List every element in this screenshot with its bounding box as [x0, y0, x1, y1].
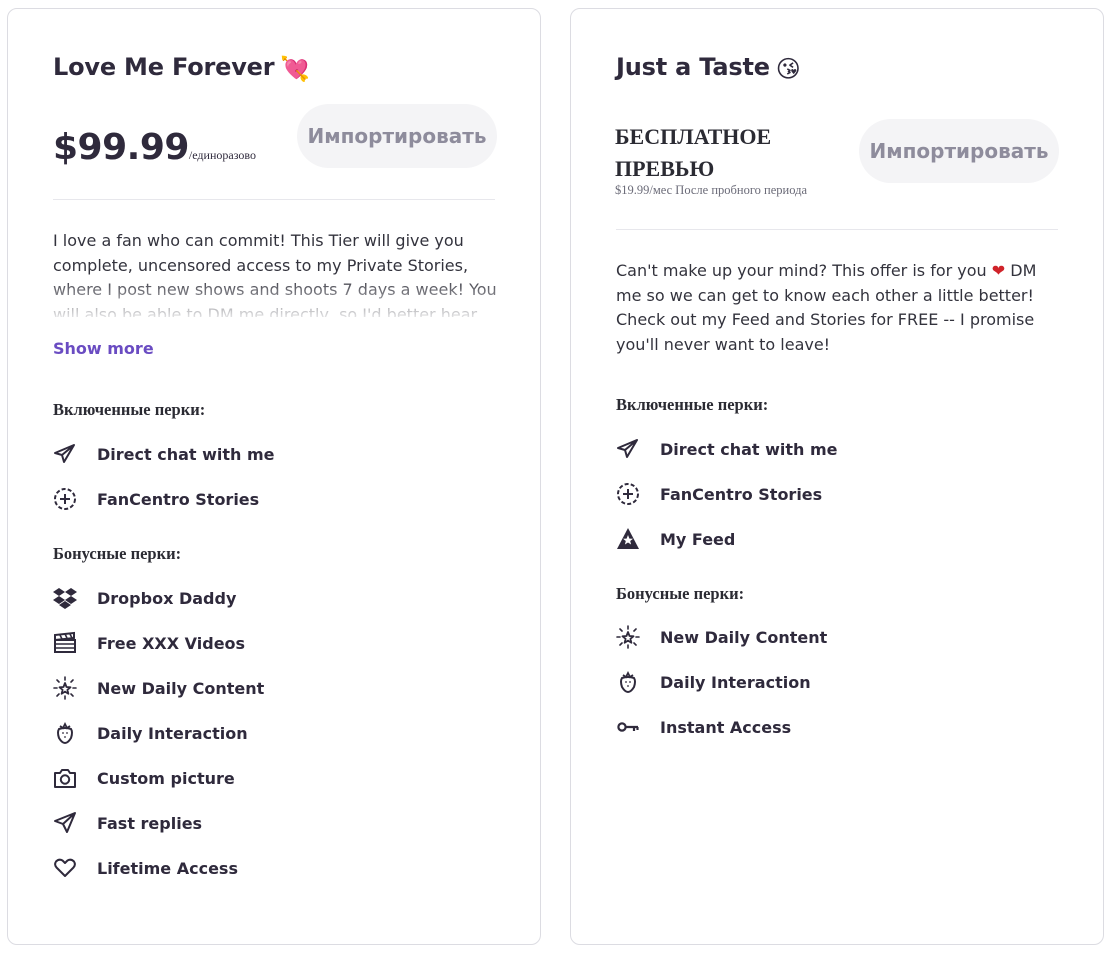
camera-icon	[54, 769, 76, 788]
perk-fancentro-stories: FanCentro Stories	[52, 486, 259, 512]
perk-custom-picture: Custom picture	[52, 765, 235, 791]
tier-description: Can't make up your mind? This offer is f…	[616, 261, 1037, 354]
tier-title: Love Me Forever 💘	[53, 53, 311, 83]
bonus-perks-heading: Бонусные перки:	[616, 584, 745, 603]
bonus-perks-heading: Бонусные перки:	[53, 544, 182, 563]
feed-icon	[617, 528, 639, 549]
perk-fancentro-stories: FanCentro Stories	[615, 481, 822, 507]
perk-instant-access: Instant Access	[615, 714, 791, 740]
tier-card-love-me-forever: Love Me Forever 💘 $99.99/единоразово Импо…	[7, 8, 541, 945]
cupid-heart-emoji: 💘	[280, 55, 311, 83]
kiss-emoji: 😘	[775, 55, 801, 83]
paper-plane-icon	[617, 439, 638, 458]
strawberry-icon	[620, 670, 636, 694]
import-button[interactable]: Импортировать	[297, 104, 497, 168]
perk-my-feed: My Feed	[615, 526, 735, 552]
perk-new-daily-content: New Daily Content	[615, 624, 827, 650]
tier-description: I love a fan who can commit! This Tier w…	[53, 229, 503, 317]
send-icon	[54, 812, 76, 833]
tier-card-just-a-taste: Just a Taste 😘 БЕСПЛАТНОЕ ПРЕВЬЮ $19.99/м…	[570, 8, 1104, 945]
import-button[interactable]: Импортировать	[859, 119, 1059, 183]
heart-icon	[54, 858, 76, 877]
tier-price: $99.99/единоразово	[53, 127, 256, 168]
price-after-trial: $19.99/мес После пробного периода	[615, 183, 807, 197]
free-preview-label: БЕСПЛАТНОЕ ПРЕВЬЮ	[615, 124, 772, 181]
perk-direct-chat: Direct chat with me	[52, 441, 275, 467]
perk-direct-chat: Direct chat with me	[615, 436, 838, 462]
perk-new-daily-content: New Daily Content	[52, 675, 264, 701]
perk-daily-interaction: Daily Interaction	[615, 669, 811, 695]
show-more-link[interactable]: Show more	[53, 339, 154, 358]
included-perks-heading: Включенные перки:	[616, 395, 769, 414]
divider	[53, 199, 495, 200]
perk-daily-interaction: Daily Interaction	[52, 720, 248, 746]
paper-plane-icon	[54, 444, 75, 463]
sparkle-star-icon	[53, 676, 77, 700]
stories-plus-icon	[54, 488, 76, 510]
included-perks-heading: Включенные перки:	[53, 400, 206, 419]
perk-free-xxx-videos: Free XXX Videos	[52, 630, 245, 656]
strawberry-icon	[57, 721, 73, 745]
perk-dropbox-daddy: Dropbox Daddy	[52, 585, 236, 611]
key-icon	[617, 722, 639, 732]
red-heart-emoji: ❤	[991, 261, 1006, 280]
dropbox-icon	[53, 588, 77, 609]
perk-fast-replies: Fast replies	[52, 810, 202, 836]
price-period: /единоразово	[188, 148, 256, 162]
sparkle-star-icon	[616, 625, 640, 649]
stories-plus-icon	[617, 483, 639, 505]
perk-lifetime-access: Lifetime Access	[52, 855, 238, 881]
divider	[616, 229, 1058, 230]
clapperboard-icon	[54, 631, 76, 653]
tier-title: Just a Taste 😘	[616, 53, 801, 83]
